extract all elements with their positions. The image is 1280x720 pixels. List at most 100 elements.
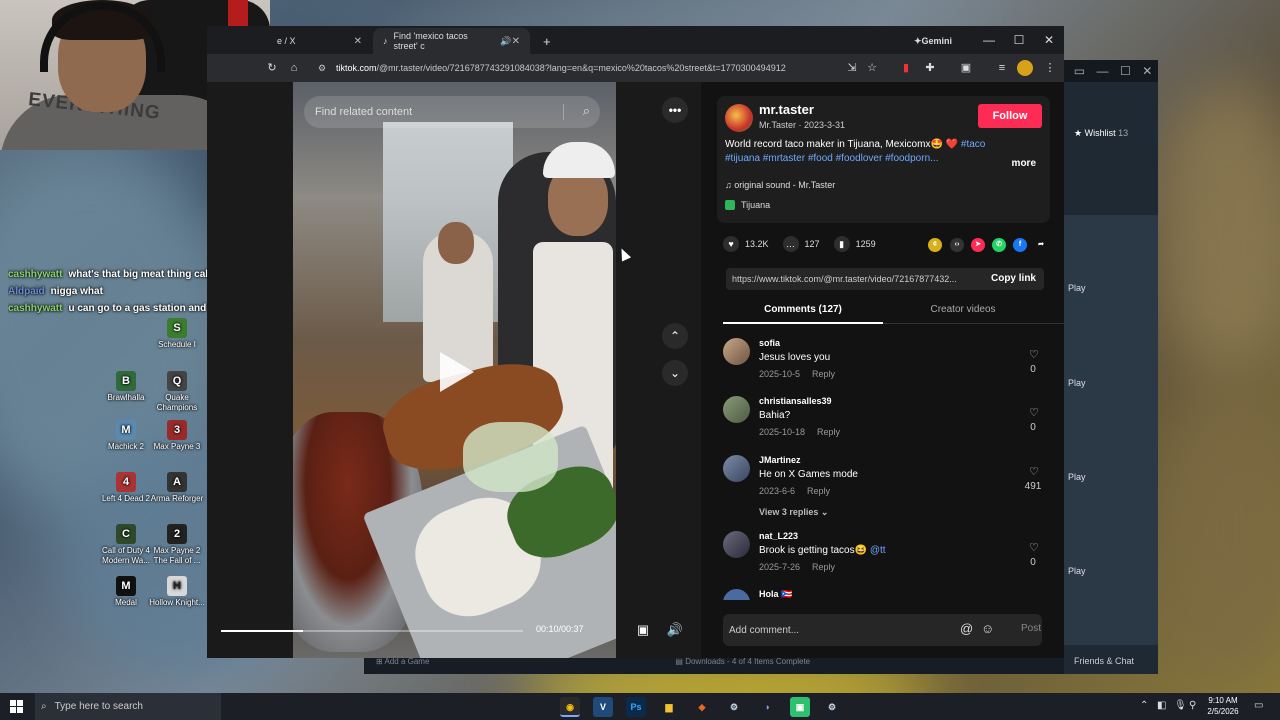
comment-username[interactable]: christiansalles39 <box>759 396 832 406</box>
steam-icon-2[interactable]: ⚙ <box>822 697 842 717</box>
tab-comments[interactable]: Comments (127) <box>723 304 883 315</box>
play-icon[interactable] <box>440 352 474 392</box>
next-video-icon[interactable]: ⌄ <box>662 360 688 386</box>
tray-icon[interactable]: ◧ <box>1157 700 1166 711</box>
add-comment-input[interactable]: Add comment... @ ☺ <box>723 614 1042 646</box>
post-comment-button[interactable]: Post <box>1021 623 1041 634</box>
like-button[interactable]: ♥ 13.2K <box>723 236 769 252</box>
friends-chat-button[interactable]: Friends & Chat <box>1074 656 1134 666</box>
comment-like-icon[interactable]: ♡ <box>1029 541 1039 554</box>
location-tag[interactable]: Tijuana <box>725 200 770 210</box>
close-icon[interactable]: ✕ <box>1142 64 1152 78</box>
commenter-avatar[interactable] <box>723 338 750 365</box>
desktop-icon-maxpayne3[interactable]: 3 Max Payne 3 <box>147 420 207 452</box>
play-button[interactable]: Play <box>1068 566 1086 576</box>
related-search-input[interactable]: Find related content ⌕ <box>304 96 600 128</box>
mention-icon[interactable]: @ <box>960 621 973 636</box>
reply-button[interactable]: Reply <box>812 369 835 379</box>
commenter-avatar[interactable] <box>723 531 750 558</box>
network-icon[interactable]: ⚲ <box>1189 700 1196 711</box>
creator-username[interactable]: mr.taster <box>759 102 814 117</box>
share-coin-icon[interactable]: ¢ <box>928 238 942 252</box>
commenter-avatar[interactable] <box>723 455 750 482</box>
share-arrow-icon[interactable]: ➦ <box>1034 238 1048 252</box>
steam-icon[interactable]: ⚙ <box>724 697 744 717</box>
hashtags[interactable]: #tijuana #mrtaster #food #foodlover #foo… <box>725 153 938 164</box>
vegas-icon[interactable]: V <box>593 697 613 717</box>
microphone-icon[interactable]: 🎙 <box>1174 700 1187 711</box>
tab-tiktok[interactable]: ♪ Find 'mexico tacos street' c 🔊 ✕ <box>373 28 530 54</box>
follow-button[interactable]: Follow <box>978 104 1042 128</box>
clock[interactable]: 9:10 AM 2/5/2026 <box>1200 695 1246 717</box>
taskbar-search[interactable]: ⌕ Type here to search <box>35 693 221 720</box>
previous-video-icon[interactable]: ⌃ <box>662 323 688 349</box>
comment-button[interactable]: … 127 <box>782 236 820 252</box>
play-button[interactable]: Play <box>1068 472 1086 482</box>
comment-like-icon[interactable]: ♡ <box>1029 406 1039 419</box>
audio-playing-icon[interactable]: 🔊 <box>500 36 511 47</box>
tray-chevron-icon[interactable]: ⌃ <box>1140 700 1148 711</box>
view-replies-button[interactable]: View 3 replies ⌄ <box>759 507 828 518</box>
app-icon[interactable]: ▣ <box>790 697 810 717</box>
new-tab-button[interactable]: + <box>533 28 561 54</box>
notifications-icon[interactable]: ▭ <box>1254 700 1263 711</box>
site-info-icon[interactable]: ⚙ <box>318 63 326 74</box>
whatsapp-icon[interactable]: ✆ <box>992 238 1006 252</box>
close-tab-icon[interactable]: ✕ <box>512 36 520 47</box>
comment-like-icon[interactable]: ♡ <box>1029 348 1039 361</box>
desktop-icon-hollow-knight[interactable]: H Hollow Knight... <box>147 576 207 608</box>
windows-start-icon[interactable] <box>10 700 23 713</box>
commenter-avatar[interactable] <box>723 589 750 600</box>
search-icon[interactable]: ⌕ <box>583 103 590 119</box>
tab-creator-videos[interactable]: Creator videos <box>883 304 1043 315</box>
install-app-icon[interactable]: ⇲ <box>844 60 860 76</box>
maximize-icon[interactable]: ☐ <box>1004 26 1034 54</box>
send-icon[interactable]: ➤ <box>971 238 985 252</box>
comment-username[interactable]: Hola 🇵🇷 <box>759 589 792 600</box>
reply-button[interactable]: Reply <box>817 427 840 437</box>
hashtag[interactable]: #taco <box>961 139 985 150</box>
commenter-avatar[interactable] <box>723 396 750 423</box>
tab-x[interactable]: e / X ✕ <box>267 28 372 54</box>
url-field[interactable]: ⚙ tiktok.com/@mr.taster/video/7216787743… <box>312 57 872 79</box>
maximize-icon[interactable]: ☐ <box>1120 64 1131 78</box>
bookmark-star-icon[interactable]: ☆ <box>864 60 880 76</box>
mini-player-icon[interactable]: ▣ <box>632 619 654 641</box>
desktop-icon-schedule[interactable]: S Schedule I <box>147 318 207 350</box>
photoshop-icon[interactable]: Ps <box>626 697 646 717</box>
play-button[interactable]: Play <box>1068 378 1086 388</box>
chrome-icon[interactable]: ◉ <box>560 697 580 717</box>
creator-avatar[interactable] <box>725 104 753 132</box>
close-tab-icon[interactable]: ✕ <box>354 36 362 47</box>
comment-like-icon[interactable]: ♡ <box>1029 465 1039 478</box>
discord-icon[interactable]: ◑ <box>757 697 777 717</box>
brave-icon[interactable]: ◆ <box>692 697 712 717</box>
reply-button[interactable]: Reply <box>807 486 830 496</box>
video-progress-bar[interactable] <box>221 630 523 632</box>
media-control-icon[interactable]: ≡ <box>994 60 1010 76</box>
desktop-icon-arma[interactable]: A Arma Reforger <box>147 472 207 504</box>
more-button[interactable]: more <box>1012 158 1036 169</box>
minimize-icon[interactable]: — <box>974 26 1004 54</box>
sound-link[interactable]: ♫ original sound - Mr.Taster <box>725 180 835 190</box>
profile-avatar[interactable] <box>1017 60 1033 76</box>
volume-icon[interactable]: 🔊 <box>664 619 686 641</box>
facebook-icon[interactable]: f <box>1013 238 1027 252</box>
mention[interactable]: @tt <box>870 545 886 556</box>
minimize-icon[interactable]: — <box>1097 64 1109 78</box>
comment-username[interactable]: nat_L223 <box>759 531 798 541</box>
extension-icon[interactable]: ▮ <box>898 60 914 76</box>
emoji-icon[interactable]: ☺ <box>981 621 994 636</box>
save-button[interactable]: ▮ 1259 <box>833 236 876 252</box>
play-button[interactable]: Play <box>1068 283 1086 293</box>
embed-icon[interactable]: ‹› <box>950 238 964 252</box>
desktop-icon-maxpayne2[interactable]: 2 Max Payne 2 The Fall of ... <box>147 524 207 566</box>
home-icon[interactable]: ⌂ <box>286 60 302 76</box>
more-options-icon[interactable]: ••• <box>662 97 688 123</box>
file-explorer-icon[interactable]: ▆ <box>659 697 679 717</box>
forward-icon[interactable]: ↻ <box>264 60 280 76</box>
comment-username[interactable]: sofia <box>759 338 780 348</box>
desktop-icon-quake[interactable]: Q Quake Champions <box>147 371 207 413</box>
split-view-icon[interactable]: ▣ <box>958 60 974 76</box>
wishlist-button[interactable]: ★ Wishlist 13 <box>1074 128 1128 139</box>
